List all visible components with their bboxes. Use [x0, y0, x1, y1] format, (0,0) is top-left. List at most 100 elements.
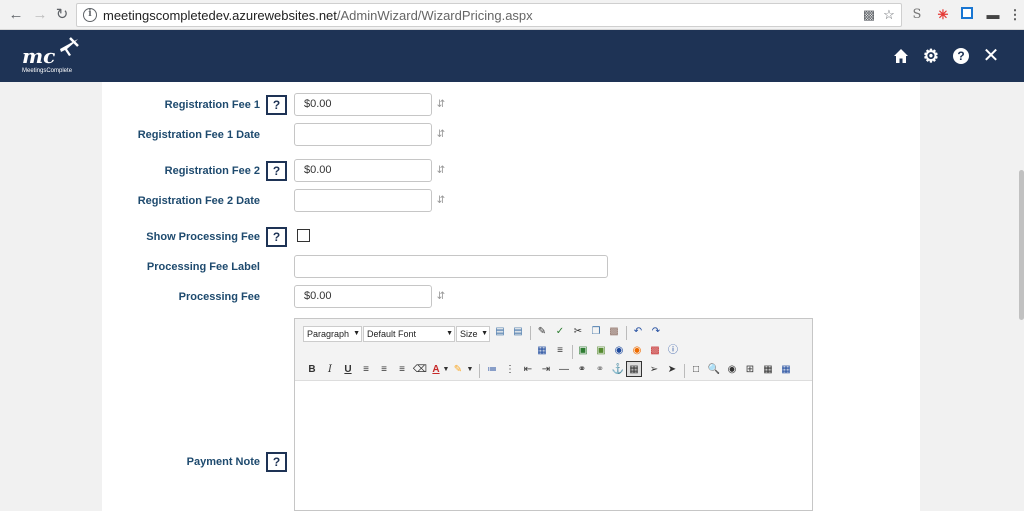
- show-processing-fee-label: Show Processing Fee: [146, 231, 260, 243]
- italic-icon[interactable]: I: [322, 362, 338, 378]
- align-center-icon[interactable]: ≡: [376, 362, 392, 378]
- spinner-icon[interactable]: ⇵: [435, 291, 447, 303]
- link-icon[interactable]: ⚭: [574, 362, 590, 378]
- insert-table-icon[interactable]: ▦: [534, 343, 550, 359]
- forward-arrow-icon[interactable]: →: [30, 5, 50, 25]
- paragraph-format-icon[interactable]: ≡: [552, 343, 568, 359]
- help-icon[interactable]: ⓘ: [665, 343, 681, 359]
- align-left-icon[interactable]: ≡: [358, 362, 374, 378]
- address-bar[interactable]: i meetingscompletedev.azurewebsites.net/…: [76, 3, 902, 27]
- processing-fee-input[interactable]: $0.00: [294, 285, 432, 308]
- help-circle-icon[interactable]: ?: [950, 45, 972, 67]
- info-icon[interactable]: i: [83, 8, 97, 22]
- gear-icon[interactable]: ⚙: [920, 45, 942, 67]
- payment-note-help-button[interactable]: ?: [266, 452, 287, 472]
- cut-icon[interactable]: ✂: [570, 324, 586, 340]
- insert-form-icon[interactable]: ▤: [492, 324, 508, 340]
- undo-icon[interactable]: ↶: [630, 324, 646, 340]
- dropdown-arrow-icon: ▼: [353, 330, 360, 337]
- spinner-icon[interactable]: ⇵: [435, 129, 447, 141]
- copy-icon[interactable]: ❐: [588, 324, 604, 340]
- reg-fee-1-date-label: Registration Fee 1 Date: [137, 129, 260, 141]
- spinner-icon[interactable]: ⇵: [435, 99, 447, 111]
- dropdown-arrow-icon: ▼: [481, 330, 488, 337]
- media-icon[interactable]: ◉: [629, 343, 645, 359]
- toolbar-separator: [530, 326, 531, 340]
- toolbar-separator: [626, 326, 627, 340]
- extension-window-icon[interactable]: [958, 6, 976, 24]
- font-select[interactable]: Default Font ▼: [363, 326, 455, 342]
- paste-icon[interactable]: ▩: [606, 324, 622, 340]
- scrollbar-thumb[interactable]: [1019, 170, 1024, 320]
- layer-icon[interactable]: ⊞: [742, 362, 758, 378]
- reg-fee-2-help-button[interactable]: ?: [266, 161, 287, 181]
- editor-toolbar: Paragraph ▼ Default Font ▼ Size ▼ ▤ ▤ ✎ ✓ ✂…: [295, 319, 812, 381]
- numbered-list-icon[interactable]: ≔: [484, 362, 500, 378]
- bookmark-star-icon[interactable]: ☆: [881, 7, 897, 23]
- translate-icon[interactable]: ▩: [861, 7, 877, 23]
- logo[interactable]: mc MeetingsComplete: [20, 36, 80, 76]
- redo-icon[interactable]: ↷: [648, 324, 664, 340]
- close-icon[interactable]: ✕: [980, 45, 1002, 67]
- anchor-icon[interactable]: ⚓: [610, 362, 626, 378]
- payment-note-label: Payment Note: [186, 456, 260, 468]
- spinner-icon[interactable]: ⇵: [435, 165, 447, 177]
- dropdown-arrow-icon[interactable]: ▼: [462, 362, 478, 378]
- reg-fee-2-label: Registration Fee 2: [164, 165, 260, 177]
- logo-text: mc: [22, 44, 56, 68]
- toolbar-separator: [572, 345, 573, 359]
- underline-icon[interactable]: U: [340, 362, 356, 378]
- table-icon[interactable]: ▦: [760, 362, 776, 378]
- reg-fee-2-date-label: Registration Fee 2 Date: [137, 195, 260, 207]
- reg-fee-2-date-input[interactable]: [294, 189, 432, 212]
- show-processing-fee-help-button[interactable]: ?: [266, 227, 287, 247]
- home-icon[interactable]: [890, 45, 912, 67]
- reg-fee-1-help-button[interactable]: ?: [266, 95, 287, 115]
- align-right-icon[interactable]: ≡: [394, 362, 410, 378]
- extension-keyboard-icon[interactable]: ▬: [984, 6, 1002, 24]
- extension-s-icon[interactable]: S: [908, 6, 926, 24]
- horizontal-rule-icon[interactable]: —: [556, 362, 572, 378]
- preview-icon[interactable]: 🔍: [706, 362, 722, 378]
- select-none-icon[interactable]: ➤: [664, 362, 680, 378]
- new-page-icon[interactable]: □: [688, 362, 704, 378]
- eraser-icon[interactable]: ⌫: [412, 362, 428, 378]
- reg-fee-2-input[interactable]: $0.00: [294, 159, 432, 182]
- chrome-menu-icon[interactable]: ⋮: [1006, 6, 1024, 24]
- processing-fee-label-input[interactable]: [294, 255, 608, 278]
- find-replace-icon[interactable]: ◉: [724, 362, 740, 378]
- format-painter-icon[interactable]: ✎: [534, 324, 550, 340]
- insert-image-icon[interactable]: ▣: [575, 343, 591, 359]
- url-domain: meetingscompletedev.azurewebsites.net: [103, 8, 337, 23]
- spellcheck-icon[interactable]: ✓: [552, 324, 568, 340]
- extension-asterisk-icon[interactable]: ✳: [934, 6, 952, 24]
- toolbar-separator: [684, 364, 685, 378]
- processing-fee-label: Processing Fee: [178, 291, 260, 303]
- back-arrow-icon[interactable]: ←: [6, 5, 26, 25]
- pdf-icon[interactable]: ▩: [647, 343, 663, 359]
- logo-subtext: MeetingsComplete: [22, 68, 73, 74]
- paragraph-select[interactable]: Paragraph ▼: [303, 326, 362, 342]
- bold-icon[interactable]: B: [304, 362, 320, 378]
- select-all-icon[interactable]: ➢: [646, 362, 662, 378]
- image-manager-icon[interactable]: ▣: [593, 343, 609, 359]
- insert-field-icon[interactable]: ▤: [510, 324, 526, 340]
- reload-icon[interactable]: ↻: [52, 5, 72, 25]
- processing-fee-label-label: Processing Fee Label: [146, 261, 260, 273]
- show-processing-fee-checkbox[interactable]: [297, 229, 310, 242]
- reg-fee-1-input[interactable]: $0.00: [294, 93, 432, 116]
- reg-fee-1-date-input[interactable]: [294, 123, 432, 146]
- indent-icon[interactable]: ⇥: [538, 362, 554, 378]
- url-path: /AdminWizard/WizardPricing.aspx: [336, 8, 533, 23]
- airplane-icon: [60, 37, 79, 56]
- size-select[interactable]: Size ▼: [456, 326, 490, 342]
- payment-note-editor[interactable]: Paragraph ▼ Default Font ▼ Size ▼ ▤ ▤ ✎ ✓ ✂…: [294, 318, 813, 511]
- unlink-icon[interactable]: ⚭: [592, 362, 608, 378]
- table-properties-icon[interactable]: ▦: [778, 362, 794, 378]
- bulleted-list-icon[interactable]: ⋮: [502, 362, 518, 378]
- spinner-icon[interactable]: ⇵: [435, 195, 447, 207]
- show-borders-icon[interactable]: ▦: [626, 361, 642, 377]
- toolbar-separator: [479, 364, 480, 378]
- outdent-icon[interactable]: ⇤: [520, 362, 536, 378]
- flash-icon[interactable]: ◉: [611, 343, 627, 359]
